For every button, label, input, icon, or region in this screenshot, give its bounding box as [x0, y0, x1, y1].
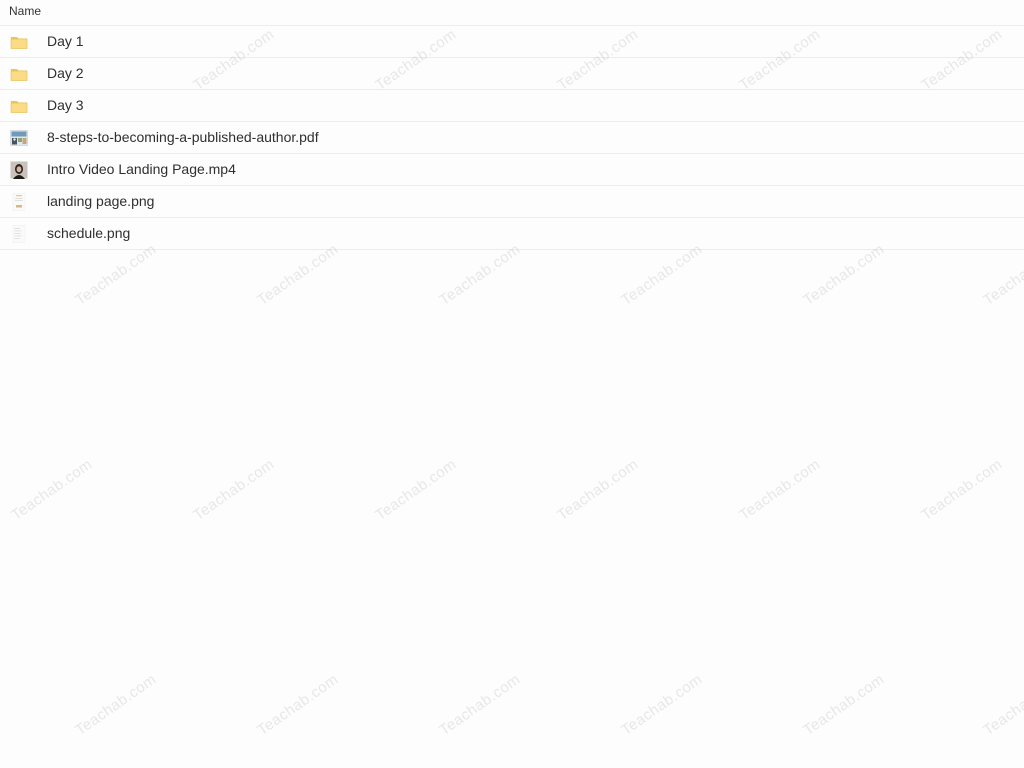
watermark-text: Teachab.com — [254, 240, 342, 309]
file-row-day-1[interactable]: Day 1 — [0, 26, 1024, 58]
file-name[interactable]: Day 1 — [47, 26, 84, 57]
file-row-day-2[interactable]: Day 2 — [0, 58, 1024, 90]
watermark-text: Teachab.com — [980, 240, 1024, 309]
file-name[interactable]: Intro Video Landing Page.mp4 — [47, 154, 236, 185]
file-list: Day 1 Day 2 Day 3 8-steps-to-becoming-a-… — [0, 26, 1024, 250]
image-thumbnail-icon — [12, 225, 26, 243]
watermark-text: Teachab.com — [8, 455, 96, 524]
file-row-landing-page[interactable]: landing page.png — [0, 186, 1024, 218]
watermark-text: Teachab.com — [618, 240, 706, 309]
watermark-text: Teachab.com — [618, 670, 706, 739]
folder-icon — [10, 101, 28, 113]
file-browser: Name Day 1 Day 2 Day 3 8-steps-to-becomi… — [0, 0, 1024, 768]
watermark-text: Teachab.com — [554, 455, 642, 524]
folder-icon — [10, 69, 28, 81]
watermark-text: Teachab.com — [436, 240, 524, 309]
watermark-text: Teachab.com — [800, 240, 888, 309]
list-header: Name — [0, 0, 1024, 26]
file-name[interactable]: Day 3 — [47, 90, 84, 121]
watermark-text: Teachab.com — [736, 455, 824, 524]
watermark-text: Teachab.com — [980, 670, 1024, 739]
file-name[interactable]: schedule.png — [47, 218, 130, 249]
file-row-schedule[interactable]: schedule.png — [0, 218, 1024, 250]
watermark-text: Teachab.com — [372, 455, 460, 524]
file-row-pdf[interactable]: 8-steps-to-becoming-a-published-author.p… — [0, 122, 1024, 154]
watermark-text: Teachab.com — [254, 670, 342, 739]
image-thumbnail-icon — [12, 193, 26, 211]
file-name[interactable]: landing page.png — [47, 186, 154, 217]
watermark-text: Teachab.com — [72, 670, 160, 739]
watermark-text: Teachab.com — [72, 240, 160, 309]
watermark-text: Teachab.com — [190, 455, 278, 524]
folder-icon — [10, 37, 28, 49]
file-name[interactable]: Day 2 — [47, 58, 84, 89]
file-row-day-3[interactable]: Day 3 — [0, 90, 1024, 122]
watermark-text: Teachab.com — [436, 670, 524, 739]
file-name[interactable]: 8-steps-to-becoming-a-published-author.p… — [47, 122, 319, 153]
column-header-name[interactable]: Name — [9, 4, 41, 18]
watermark-text: Teachab.com — [800, 670, 888, 739]
video-thumbnail-icon — [10, 161, 28, 179]
watermark-text: Teachab.com — [918, 455, 1006, 524]
pdf-thumbnail-icon — [10, 130, 28, 146]
file-row-video[interactable]: Intro Video Landing Page.mp4 — [0, 154, 1024, 186]
